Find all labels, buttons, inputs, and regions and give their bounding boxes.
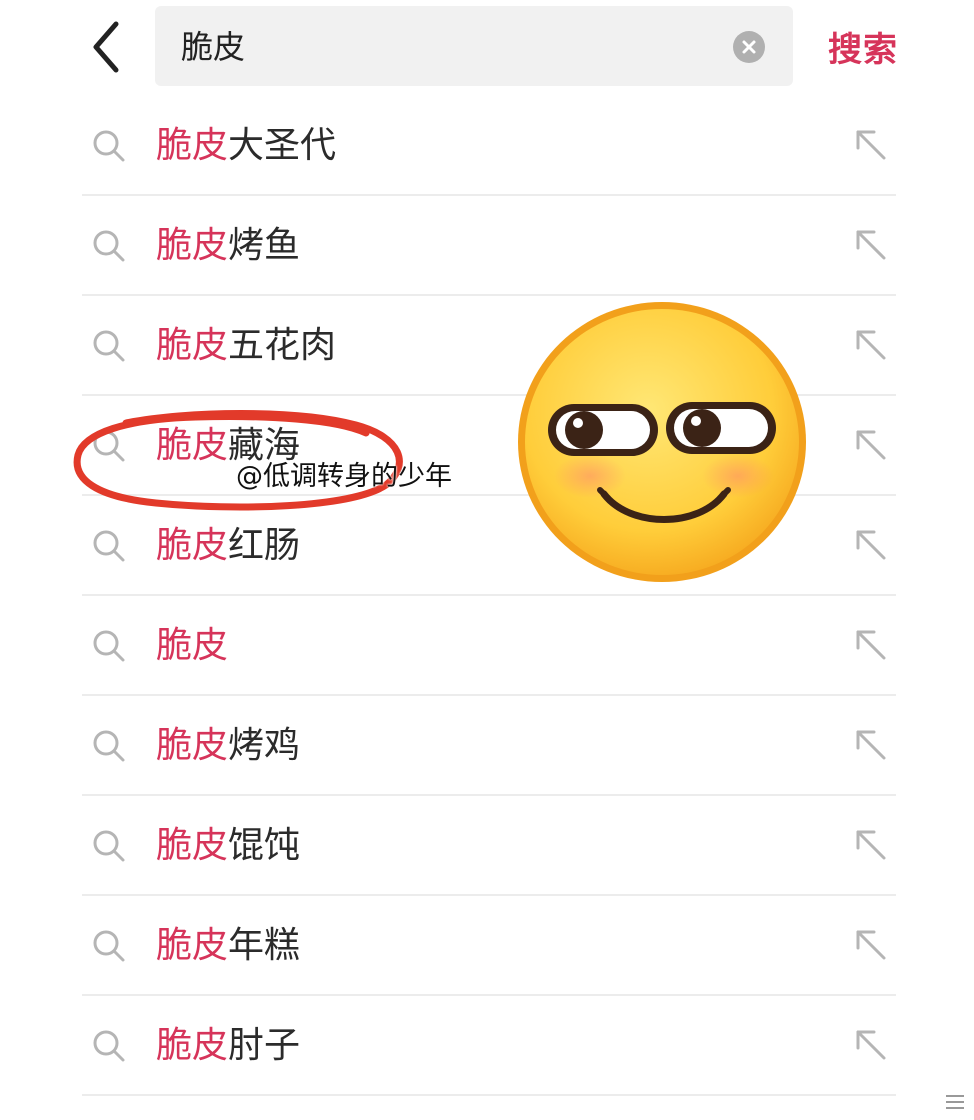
search-button[interactable]: 搜索: [828, 22, 898, 71]
suggestion-item[interactable]: 脆皮肘子: [0, 996, 974, 1096]
search-icon: [93, 730, 125, 762]
suggestion-keyword: 脆皮: [156, 425, 229, 466]
suggestion-text: 烤鸡: [228, 725, 301, 766]
suggestion-text: 肘子: [228, 1025, 301, 1066]
fill-arrow-icon[interactable]: [852, 926, 890, 964]
suggestion-label: 脆皮: [156, 622, 228, 670]
search-icon: [93, 130, 125, 162]
fill-arrow-icon[interactable]: [852, 1026, 890, 1064]
suggestion-keyword: 脆皮: [156, 1025, 229, 1066]
menu-icon: [946, 1095, 964, 1109]
divider: [82, 1094, 896, 1096]
search-icon: [93, 630, 125, 662]
suggestion-item[interactable]: 脆皮烤鸡: [0, 696, 974, 796]
suggestion-label: 脆皮烤鸡: [156, 722, 300, 770]
suggestion-keyword: 脆皮: [156, 625, 229, 666]
suggestion-item[interactable]: 脆皮大圣代: [0, 96, 974, 196]
search-icon: [93, 330, 125, 362]
search-icon: [93, 1030, 125, 1062]
clear-icon: [742, 40, 756, 54]
suggestion-keyword: 脆皮: [156, 325, 229, 366]
suggestion-label: 脆皮藏海: [156, 422, 300, 470]
suggestion-text: 藏海: [228, 425, 301, 466]
suggestion-keyword: 脆皮: [156, 125, 229, 166]
suggestion-keyword: 脆皮: [156, 525, 229, 566]
search-icon: [93, 530, 125, 562]
suggestion-label: 脆皮大圣代: [156, 122, 336, 170]
suggestion-keyword: 脆皮: [156, 925, 229, 966]
suggestion-label: 脆皮烤鱼: [156, 222, 300, 270]
suggestion-item[interactable]: 脆皮烤鱼: [0, 196, 974, 296]
suggestion-item[interactable]: 脆皮红肠: [0, 496, 974, 596]
search-header: 搜索: [0, 0, 974, 96]
fill-arrow-icon[interactable]: [852, 426, 890, 464]
suggestion-label: 脆皮红肠: [156, 522, 300, 570]
search-icon: [93, 430, 125, 462]
fill-arrow-icon[interactable]: [852, 626, 890, 664]
back-arrow-icon: [93, 21, 119, 73]
search-box: [155, 6, 793, 86]
fill-arrow-icon[interactable]: [852, 726, 890, 764]
fill-arrow-icon[interactable]: [852, 826, 890, 864]
fill-arrow-icon[interactable]: [852, 526, 890, 564]
suggestion-label: 脆皮肘子: [156, 1022, 300, 1070]
search-icon: [93, 830, 125, 862]
suggestion-text: 年糕: [228, 925, 301, 966]
fill-arrow-icon[interactable]: [852, 226, 890, 264]
suggestion-keyword: 脆皮: [156, 825, 229, 866]
suggestion-label: 脆皮馄饨: [156, 822, 300, 870]
suggestion-text: 五花肉: [228, 325, 337, 366]
suggestion-item[interactable]: 脆皮五花肉: [0, 296, 974, 396]
suggestion-label: 脆皮年糕: [156, 922, 300, 970]
back-button[interactable]: [82, 18, 132, 76]
suggestion-label: 脆皮五花肉: [156, 322, 336, 370]
clear-button[interactable]: [733, 31, 765, 63]
fill-arrow-icon[interactable]: [852, 326, 890, 364]
suggestion-item[interactable]: 脆皮藏海: [0, 396, 974, 496]
suggestion-text: 大圣代: [228, 125, 337, 166]
suggestion-keyword: 脆皮: [156, 225, 229, 266]
suggestion-item[interactable]: 脆皮年糕: [0, 896, 974, 996]
suggestion-text: 红肠: [228, 525, 301, 566]
suggestion-keyword: 脆皮: [156, 725, 229, 766]
search-input[interactable]: [181, 18, 721, 72]
search-icon: [93, 930, 125, 962]
suggestion-text: 馄饨: [228, 825, 301, 866]
suggestion-text: 烤鱼: [228, 225, 301, 266]
search-icon: [93, 230, 125, 262]
suggestion-item[interactable]: 脆皮: [0, 596, 974, 696]
fill-arrow-icon[interactable]: [852, 126, 890, 164]
suggestion-item[interactable]: 脆皮馄饨: [0, 796, 974, 896]
